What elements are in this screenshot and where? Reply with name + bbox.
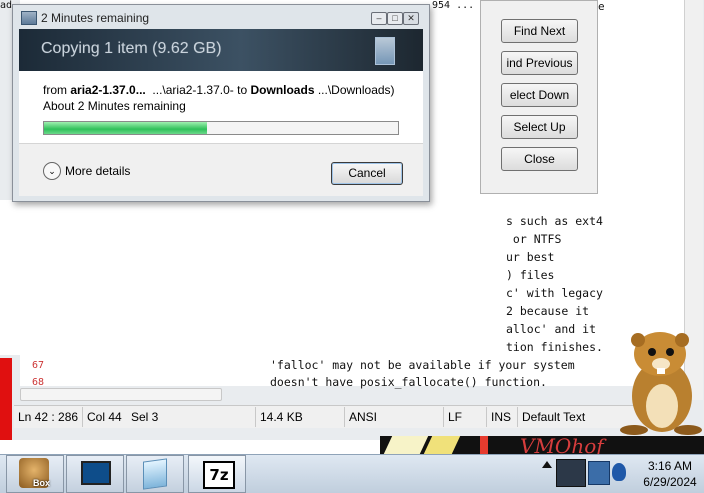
editor-line: 2 because it xyxy=(506,304,590,318)
status-size: 14.4 KB xyxy=(256,407,345,427)
cancel-button[interactable]: Cancel xyxy=(331,162,403,185)
status-syntax: Default Text xyxy=(522,410,586,424)
more-details-button[interactable]: ⌄ More details xyxy=(43,162,130,180)
editor-line: ur best xyxy=(506,250,555,264)
editor-line: c' with legacy xyxy=(506,286,603,300)
copy-progress-icon xyxy=(143,458,167,490)
select-down-button[interactable]: elect Down xyxy=(501,83,578,107)
taskbar-item-box[interactable]: Box xyxy=(6,455,64,493)
background-pane xyxy=(0,200,268,355)
to-label: to xyxy=(237,83,248,97)
line-text: 'falloc' may not be available if your sy… xyxy=(270,358,575,372)
status-selection: Sel 3 xyxy=(127,407,256,427)
more-details-label: More details xyxy=(65,164,131,178)
taskbar-item-monitor[interactable] xyxy=(66,455,124,493)
copy-progress-dialog: 2 Minutes remaining – □ ✕ Copying 1 item… xyxy=(12,4,430,202)
editor-bottom-lines: 67 'falloc' may not be available if your … xyxy=(20,358,620,392)
taskbar: Box 7z xyxy=(0,454,704,493)
clock-time: 3:16 AM xyxy=(647,459,693,473)
find-previous-button[interactable]: ind Previous xyxy=(501,51,578,75)
progress-bar xyxy=(43,121,399,135)
minimize-icon[interactable]: – xyxy=(371,12,387,25)
clock-date: 6/29/2024 xyxy=(643,475,697,489)
line-number: 67 xyxy=(32,360,45,371)
background-text-mid: 954 ... xyxy=(432,0,475,11)
dialog-footer: ⌄ More details Cancel xyxy=(19,143,423,196)
background-text-right: e xyxy=(598,0,605,13)
status-eol: LF xyxy=(444,407,487,427)
taskbar-item-copy[interactable] xyxy=(126,455,184,493)
status-mode: INS xyxy=(487,407,518,427)
chevron-down-icon: ⌄ xyxy=(43,162,61,180)
editor-line: alloc' and it xyxy=(506,322,597,336)
status-position: Ln 42 : 286 xyxy=(14,407,83,427)
copy-window-icon xyxy=(21,11,37,25)
dialog-title: 2 Minutes remaining xyxy=(41,11,150,25)
status-encoding: ANSI xyxy=(345,407,444,427)
file-copy-icon xyxy=(375,37,395,65)
red-side-bar xyxy=(0,358,12,440)
editor-line: s such as ext4 xyxy=(506,214,603,228)
hamster-mascot-icon xyxy=(614,326,704,436)
horizontal-scrollbar[interactable] xyxy=(20,388,222,401)
stripe-shape xyxy=(423,436,461,454)
line-number: 68 xyxy=(32,377,45,388)
stripe-shape xyxy=(480,436,488,454)
editor-line: 67 'falloc' may not be available if your … xyxy=(20,358,620,375)
from-line: from aria2-1.37.0... ...\aria2-1.37.0- t… xyxy=(43,83,395,97)
to-dest-path: ...\Downloads) xyxy=(317,83,395,97)
taskbar-item-7zip[interactable]: 7z xyxy=(188,455,246,493)
tray-expand-icon[interactable] xyxy=(542,461,552,468)
volume-icon[interactable] xyxy=(612,463,626,481)
status-bar: Ln 42 : 286 Col 44 Sel 3 14.4 KB ANSI LF… xyxy=(14,405,684,428)
stripe-shape xyxy=(383,436,429,454)
close-icon[interactable]: ✕ xyxy=(403,12,419,25)
vmware-icon[interactable] xyxy=(556,459,586,487)
copy-heading: Copying 1 item (9.62 GB) xyxy=(41,40,222,57)
maximize-icon[interactable]: □ xyxy=(387,12,403,25)
clock[interactable]: 3:16 AM 6/29/2024 xyxy=(640,458,700,490)
find-dialog: Find Next ind Previous elect Down Select… xyxy=(480,0,598,194)
editor-line: or NTFS xyxy=(506,232,562,246)
background-text-left: ad xyxy=(0,0,13,11)
find-next-button[interactable]: Find Next xyxy=(501,19,578,43)
network-icon[interactable] xyxy=(588,461,610,485)
7zip-icon: 7z xyxy=(203,461,235,489)
background-image-strip: VMOhof xyxy=(380,434,704,458)
to-dest[interactable]: Downloads xyxy=(250,83,314,97)
dialog-body: from aria2-1.37.0... ...\aria2-1.37.0- t… xyxy=(19,71,423,143)
close-button[interactable]: Close xyxy=(501,147,578,171)
from-source[interactable]: aria2-1.37.0... xyxy=(70,83,145,97)
editor-line: ) files xyxy=(506,268,555,282)
progress-fill xyxy=(44,122,207,134)
from-label: from xyxy=(43,83,67,97)
status-column: Col 44 xyxy=(87,410,122,424)
taskbar-item-label: Box xyxy=(33,478,51,488)
select-up-button[interactable]: Select Up xyxy=(501,115,578,139)
editor-line: tion finishes. xyxy=(506,340,603,354)
dialog-header: Copying 1 item (9.62 GB) xyxy=(19,29,423,71)
from-source-path: ...\aria2-1.37.0- xyxy=(152,83,234,97)
line-text: doesn't have posix_fallocate() function. xyxy=(270,375,547,389)
time-remaining: About 2 Minutes remaining xyxy=(43,99,186,113)
monitor-app-icon xyxy=(81,461,111,485)
